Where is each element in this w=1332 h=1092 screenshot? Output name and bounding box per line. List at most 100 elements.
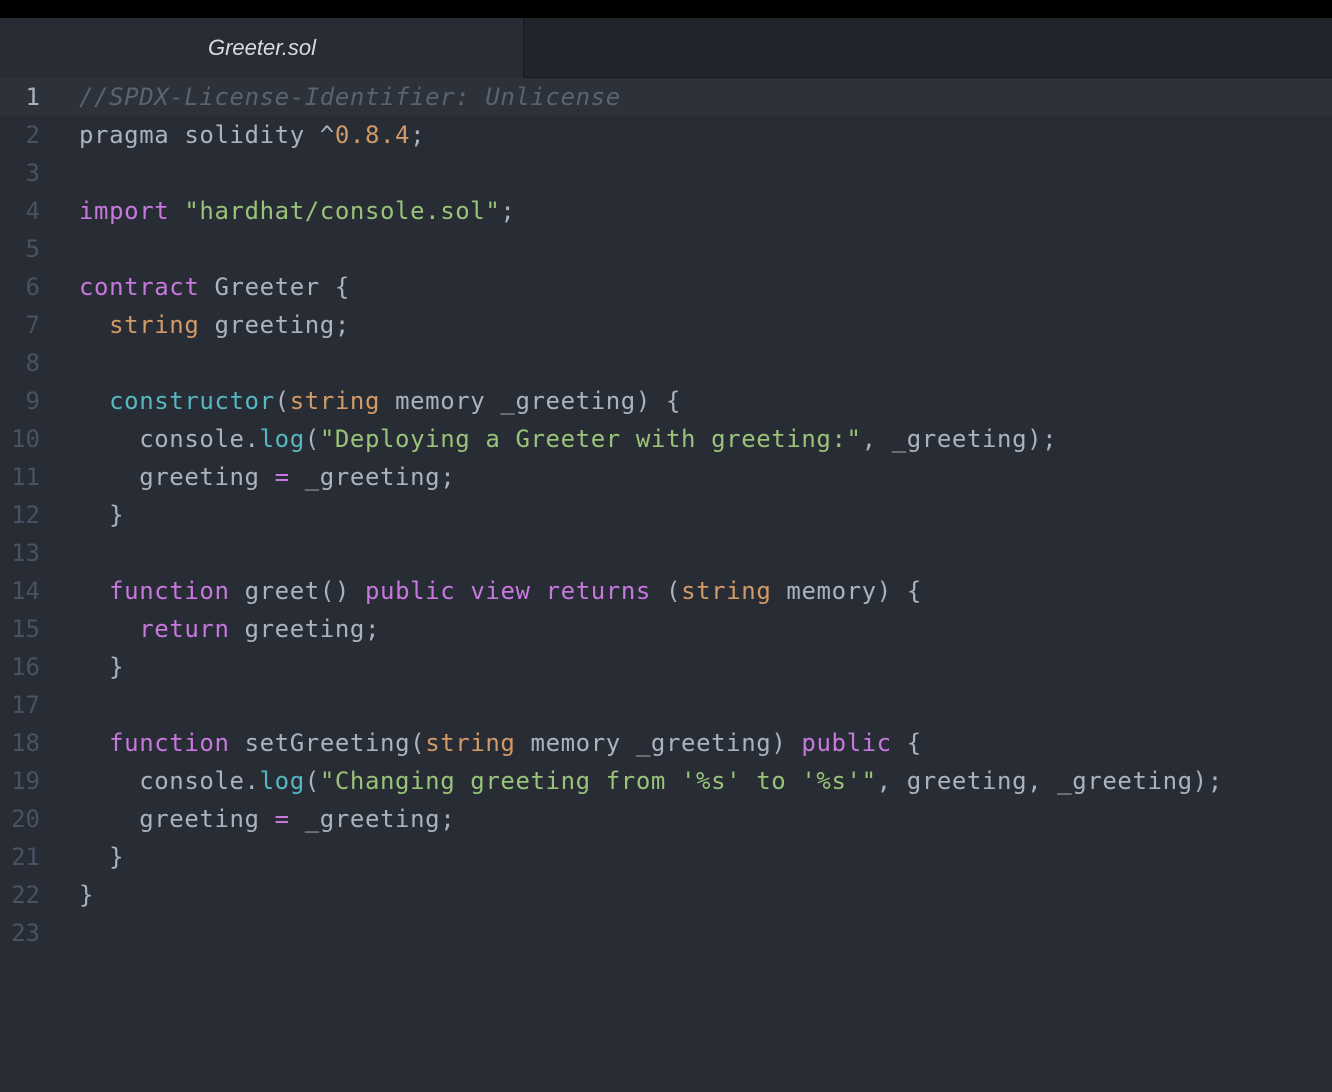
code-line[interactable]: 5	[0, 230, 1332, 268]
code-text: function setGreeting(string memory _gree…	[79, 724, 922, 762]
code-token: greeting	[79, 463, 275, 491]
code-line[interactable]: 9 constructor(string memory _greeting) {	[0, 382, 1332, 420]
code-token: _greeting;	[289, 805, 456, 833]
code-token: greeting;	[229, 615, 380, 643]
code-token: (	[304, 767, 320, 795]
code-token: , _greeting);	[861, 425, 1058, 453]
code-line[interactable]: 11 greeting = _greeting;	[0, 458, 1332, 496]
code-text: function greet() public view returns (st…	[79, 572, 922, 610]
code-text: return greeting;	[79, 610, 380, 648]
code-token: "Changing greeting from '%s' to '%s'"	[319, 767, 877, 795]
code-text: }	[79, 496, 124, 534]
line-number: 8	[25, 349, 40, 377]
code-line[interactable]: 15 return greeting;	[0, 610, 1332, 648]
code-token: (	[410, 729, 426, 757]
line-number: 15	[11, 615, 40, 643]
code-token: (	[304, 425, 320, 453]
line-number: 5	[25, 235, 40, 263]
code-token: //SPDX-License-Identifier: Unlicense	[79, 83, 621, 111]
code-token: string	[425, 729, 516, 757]
code-token: public	[364, 577, 456, 605]
code-token: {	[319, 273, 350, 301]
code-token: log	[259, 767, 305, 795]
tab-greeter-sol[interactable]: Greeter.sol	[0, 18, 524, 78]
code-line[interactable]: 14 function greet() public view returns …	[0, 572, 1332, 610]
code-token: return	[139, 615, 230, 643]
code-token: pragma solidity ^	[79, 121, 335, 149]
code-text: contract Greeter {	[79, 268, 350, 306]
code-token: string	[109, 311, 200, 339]
line-number: 13	[11, 539, 40, 567]
code-token: "Deploying a Greeter with greeting:"	[319, 425, 862, 453]
code-token: }	[79, 843, 125, 871]
code-line[interactable]: 4 import "hardhat/console.sol";	[0, 192, 1332, 230]
code-token: (	[274, 387, 290, 415]
line-number: 21	[11, 843, 40, 871]
code-text: greeting = _greeting;	[79, 800, 455, 838]
line-number: 22	[11, 881, 40, 909]
line-number: 10	[11, 425, 40, 453]
tab-bar: Greeter.sol	[0, 18, 1332, 78]
code-line[interactable]: 16 }	[0, 648, 1332, 686]
code-line[interactable]: 19 console.log("Changing greeting from '…	[0, 762, 1332, 800]
code-line[interactable]: 7 string greeting;	[0, 306, 1332, 344]
code-token: memory _greeting)	[515, 729, 802, 757]
code-token: }	[79, 653, 125, 681]
code-token: view	[470, 577, 531, 605]
code-text: import "hardhat/console.sol";	[79, 192, 515, 230]
code-text: greeting = _greeting;	[79, 458, 455, 496]
code-line[interactable]: 12 }	[0, 496, 1332, 534]
line-number: 11	[11, 463, 40, 491]
code-line[interactable]: 21 }	[0, 838, 1332, 876]
code-text: }	[79, 838, 124, 876]
code-token: console.	[79, 425, 260, 453]
code-line[interactable]: 3	[0, 154, 1332, 192]
code-token: ()	[319, 577, 365, 605]
line-number: 7	[25, 311, 40, 339]
code-text: console.log("Changing greeting from '%s'…	[79, 762, 1223, 800]
code-line[interactable]: 18 function setGreeting(string memory _g…	[0, 724, 1332, 762]
code-line[interactable]: 17	[0, 686, 1332, 724]
code-line[interactable]: 22}	[0, 876, 1332, 914]
window-top-strip	[0, 0, 1332, 18]
code-text: pragma solidity ^0.8.4;	[79, 116, 425, 154]
code-token: greet	[244, 577, 320, 605]
code-token: Greeter	[214, 273, 320, 301]
code-token: "hardhat/console.sol"	[184, 197, 501, 225]
line-number: 23	[11, 919, 40, 947]
code-line[interactable]: 8	[0, 344, 1332, 382]
code-token: _greeting;	[289, 463, 456, 491]
code-line[interactable]: 2 pragma solidity ^0.8.4;	[0, 116, 1332, 154]
code-line[interactable]: 1 //SPDX-License-Identifier: Unlicense	[0, 78, 1332, 116]
line-number: 20	[11, 805, 40, 833]
code-text: console.log("Deploying a Greeter with gr…	[79, 420, 1057, 458]
code-token: memory) {	[771, 577, 922, 605]
editor-window: Greeter.sol 1 //SPDX-License-Identifier: …	[0, 0, 1332, 1092]
code-token: greeting;	[199, 311, 350, 339]
code-token: {	[891, 729, 922, 757]
code-token: ;	[410, 121, 426, 149]
code-token: setGreeting	[244, 729, 411, 757]
line-number: 3	[25, 159, 40, 187]
line-number: 2	[25, 121, 40, 149]
code-token: greeting	[79, 805, 275, 833]
code-line[interactable]: 13	[0, 534, 1332, 572]
code-text: }	[79, 648, 124, 686]
tab-title: Greeter.sol	[207, 35, 316, 60]
code-line[interactable]: 23	[0, 914, 1332, 952]
code-line[interactable]: 20 greeting = _greeting;	[0, 800, 1332, 838]
code-editor[interactable]: 1 //SPDX-License-Identifier: Unlicense 2 pr…	[0, 78, 1332, 1092]
code-token: }	[79, 501, 125, 529]
code-line[interactable]: 10 console.log("Deploying a Greeter with…	[0, 420, 1332, 458]
code-text: string greeting;	[79, 306, 350, 344]
code-token: =	[274, 805, 290, 833]
code-line[interactable]: 6 contract Greeter {	[0, 268, 1332, 306]
